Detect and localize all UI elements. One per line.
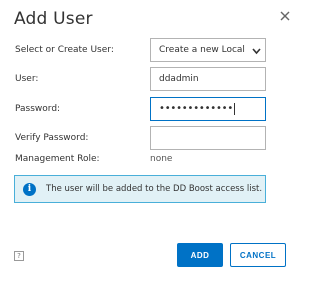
password-input[interactable]: ••••••••••••• — [150, 97, 266, 121]
management-role-value: none — [150, 154, 173, 164]
verify-password-label: Verify Password: — [15, 133, 89, 143]
add-user-dialog: Add User Select or Create User: Create a… — [0, 0, 300, 283]
dialog-title: Add User — [14, 9, 93, 29]
management-role-label: Management Role: — [15, 154, 100, 164]
text-cursor — [234, 103, 236, 115]
user-value: ddadmin — [159, 74, 199, 84]
user-label: User: — [15, 74, 39, 84]
info-icon: i — [23, 182, 36, 196]
user-input[interactable]: ddadmin — [150, 67, 266, 91]
chevron-down-icon — [252, 47, 261, 55]
verify-password-input[interactable] — [150, 126, 266, 150]
info-text: The user will be added to the DD Boost a… — [46, 184, 263, 194]
password-label: Password: — [15, 104, 61, 114]
cancel-button[interactable]: CANCEL — [230, 243, 286, 267]
password-masked-value: ••••••••••••• — [159, 103, 234, 114]
info-alert: i The user will be added to the DD Boost… — [14, 175, 266, 203]
close-icon[interactable] — [275, 6, 295, 26]
select-user-dropdown[interactable]: Create a new Local U — [150, 38, 266, 62]
select-user-value: Create a new Local U — [159, 45, 247, 55]
help-icon[interactable]: ? — [14, 251, 24, 261]
select-user-label: Select or Create User: — [15, 45, 114, 55]
add-button[interactable]: ADD — [177, 243, 223, 267]
